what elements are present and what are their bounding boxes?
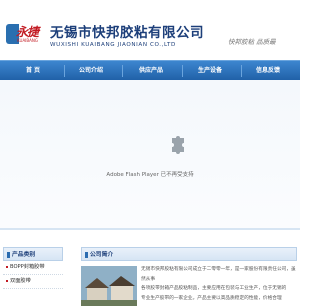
site-header: 永捷 KUAIBANG 无锡市快邦胶粘有限公司 WUXISHI KUAIBANG… <box>0 0 300 60</box>
product-category-panel: 产品类别 BOPP封箱胶带 双面胶带 <box>3 247 63 307</box>
company-intro-panel: 公司简介 无锡市快邦胶粘有限公司成立于二零零一年，是一家股份有限责任公司，虽然从… <box>81 247 297 307</box>
flash-banner: Adobe Flash Player 已不再受支持 <box>0 80 300 228</box>
category-label: 双面胶带 <box>10 278 31 284</box>
intro-line: 专业生产胶带的一家企业。产品主要以高品质稳定的性能，价格合理 <box>141 295 282 301</box>
product-category-header: 产品类别 <box>3 247 63 261</box>
nav-separator <box>182 65 183 77</box>
nav-company-intro[interactable]: 公司介绍 <box>71 61 111 81</box>
nav-separator <box>241 65 242 77</box>
category-item[interactable]: BOPP封箱胶带 <box>3 261 63 275</box>
bullet-icon <box>6 265 8 268</box>
bullet-icon <box>6 279 8 282</box>
nav-equipment[interactable]: 生产设备 <box>190 61 230 81</box>
intro-line: 无锡市快邦胶粘有限公司成立于二零零一年，是一家股份有限责任公司，虽然从事 <box>141 267 296 282</box>
product-category-title: 产品类别 <box>12 252 36 258</box>
factory-photo <box>81 266 137 306</box>
header-marker-icon <box>85 251 88 258</box>
company-intro-header: 公司简介 <box>81 247 297 261</box>
category-item[interactable]: 双面胶带 <box>3 275 63 289</box>
plugin-puzzle-icon <box>172 136 184 154</box>
nav-feedback[interactable]: 信息反馈 <box>248 61 288 81</box>
main-nav: 首 页 公司介绍 供应产品 生产设备 信息反馈 <box>0 60 300 81</box>
company-logo[interactable]: 永捷 KUAIBANG <box>6 22 44 46</box>
slogan: 快邦胶粘 品质最 <box>228 38 276 46</box>
nav-separator <box>64 65 65 77</box>
nav-home[interactable]: 首 页 <box>13 61 53 81</box>
factory-photo-graphic <box>81 266 137 306</box>
section-divider <box>0 228 300 230</box>
nav-products[interactable]: 供应产品 <box>131 61 171 81</box>
nav-separator <box>122 65 123 77</box>
company-name-en: WUXISHI KUAIBANG JIAONIAN CO.,LTD <box>50 42 176 48</box>
flash-unsupported-message: Adobe Flash Player 已不再受支持 <box>106 172 194 178</box>
header-marker-icon <box>7 251 10 258</box>
category-label: BOPP封箱胶带 <box>10 264 45 270</box>
intro-line: 各项胶带封箱产品胶粘制品，主要应用在包装与工业生产，位于无锡的 <box>141 286 287 291</box>
company-intro-text: 无锡市快邦胶粘有限公司成立于二零零一年，是一家股份有限责任公司，虽然从事 各项胶… <box>141 265 297 303</box>
company-name: 无锡市快邦胶粘有限公司 <box>50 25 204 41</box>
logo-en-text: KUAIBANG <box>17 38 38 43</box>
company-intro-title: 公司简介 <box>90 252 114 258</box>
